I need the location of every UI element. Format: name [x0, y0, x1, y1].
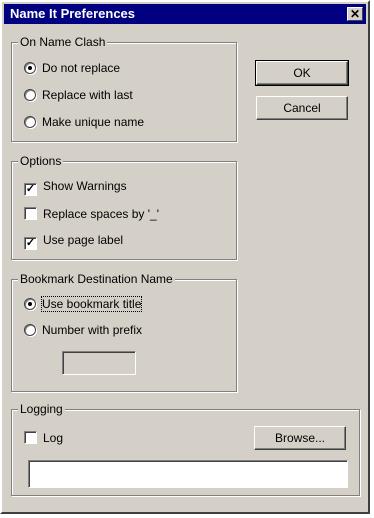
bookmark-destination-group: Bookmark Destination Name Use bookmark t…	[11, 272, 237, 392]
radio-use-bookmark-title[interactable]: Use bookmark title	[24, 296, 143, 312]
title-bar[interactable]: Name It Preferences ✕	[4, 4, 366, 24]
radio-label: Make unique name	[42, 115, 145, 129]
checkbox-show-warnings[interactable]: ✓ Show Warnings	[24, 178, 127, 196]
radio-replace-with-last[interactable]: Replace with last	[24, 87, 133, 103]
radio-button[interactable]	[24, 324, 36, 336]
checkbox-use-page-label[interactable]: ✓ Use page label	[24, 232, 124, 250]
cancel-button[interactable]: Cancel	[256, 96, 348, 120]
options-label: Options	[18, 154, 64, 168]
log-path-input[interactable]	[28, 460, 348, 488]
bookmark-destination-label: Bookmark Destination Name	[18, 272, 175, 286]
checkbox-replace-spaces[interactable]: Replace spaces by '_'	[24, 206, 159, 222]
checkbox-checked[interactable]: ✓	[24, 183, 37, 196]
preferences-dialog: Name It Preferences ✕ On Name Clash Do n…	[0, 0, 370, 514]
radio-label: Replace with last	[42, 88, 133, 102]
radio-make-unique-name[interactable]: Make unique name	[24, 114, 144, 130]
checkbox-label: Log	[43, 431, 64, 445]
radio-number-with-prefix[interactable]: Number with prefix	[24, 322, 142, 338]
radio-button-checked[interactable]	[24, 62, 36, 74]
logging-label: Logging	[18, 402, 65, 416]
options-group: Options ✓ Show Warnings Replace spaces by…	[11, 154, 237, 260]
close-icon: ✕	[349, 7, 361, 21]
on-name-clash-label: On Name Clash	[18, 35, 108, 49]
checkbox[interactable]	[24, 431, 37, 444]
prefix-input[interactable]	[62, 351, 136, 375]
browse-button[interactable]: Browse...	[254, 426, 346, 450]
checkbox-label: Show Warnings	[43, 179, 127, 193]
radio-label: Do not replace	[42, 61, 121, 75]
radio-button-checked[interactable]	[24, 298, 36, 310]
ok-button[interactable]: OK	[255, 60, 349, 86]
dialog-title: Name It Preferences	[10, 6, 136, 21]
checkbox[interactable]	[24, 207, 37, 220]
radio-label: Use bookmark title	[40, 296, 143, 312]
radio-label: Number with prefix	[42, 323, 143, 337]
radio-button[interactable]	[24, 116, 36, 128]
checkbox-checked[interactable]: ✓	[24, 237, 37, 250]
logging-group: Logging Log Browse...	[11, 402, 360, 496]
checkbox-log[interactable]: Log	[24, 430, 63, 446]
on-name-clash-group: On Name Clash Do not replace Replace wit…	[11, 35, 237, 142]
checkbox-label: Use page label	[43, 233, 124, 247]
radio-do-not-replace[interactable]: Do not replace	[24, 60, 120, 76]
close-button[interactable]: ✕	[347, 7, 363, 21]
radio-button[interactable]	[24, 89, 36, 101]
checkbox-label: Replace spaces by '_'	[43, 207, 159, 221]
